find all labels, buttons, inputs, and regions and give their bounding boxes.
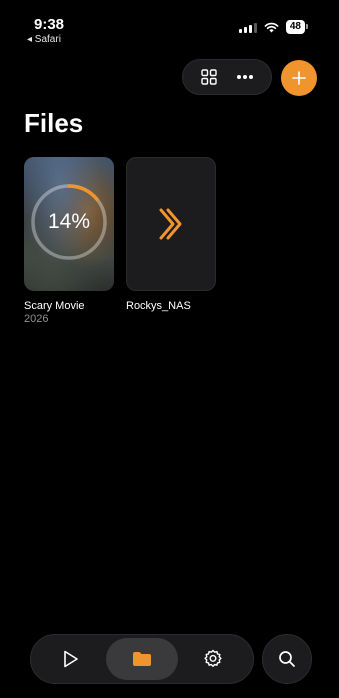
grid-view-button[interactable]	[192, 62, 226, 92]
battery-indicator: 48	[285, 20, 309, 34]
movie-poster-thumbnail[interactable]: 14%	[24, 157, 114, 291]
grid-view-icon	[201, 69, 217, 85]
play-icon	[63, 650, 78, 668]
ellipsis-icon	[237, 75, 253, 79]
settings-gear-icon	[204, 649, 222, 667]
page-title: Files	[24, 108, 84, 138]
plus-icon	[292, 71, 306, 85]
status-icons: 48	[238, 20, 309, 34]
folder-thumbnail[interactable]	[126, 157, 216, 291]
cellular-signal-icon	[238, 22, 257, 33]
search-icon	[279, 651, 295, 667]
movie-title: Scary Movie	[24, 300, 85, 312]
tab-settings[interactable]	[178, 638, 249, 680]
tab-play[interactable]	[35, 638, 106, 680]
chevron-right-icon	[159, 208, 182, 240]
status-bar: 9:38 ◂ Safari 48	[0, 0, 339, 52]
back-to-safari-link[interactable]: ◂ Safari	[27, 34, 61, 45]
tab-files[interactable]	[106, 638, 178, 680]
folder-icon	[132, 652, 151, 666]
toolbar-pill	[182, 59, 272, 95]
more-options-button[interactable]	[228, 62, 262, 92]
progress-percent: 14%	[47, 210, 91, 233]
folder-title: Rockys_NAS	[126, 300, 191, 312]
tab-bar	[30, 634, 254, 684]
search-button[interactable]	[262, 634, 312, 684]
add-button[interactable]	[281, 60, 317, 96]
folder-tile[interactable]: Rockys_NAS	[126, 157, 216, 312]
movie-year: 2026	[24, 313, 49, 325]
wifi-icon	[264, 22, 279, 32]
movie-tile[interactable]: 14% Scary Movie 2026	[24, 157, 114, 325]
status-time: 9:38	[34, 16, 65, 33]
